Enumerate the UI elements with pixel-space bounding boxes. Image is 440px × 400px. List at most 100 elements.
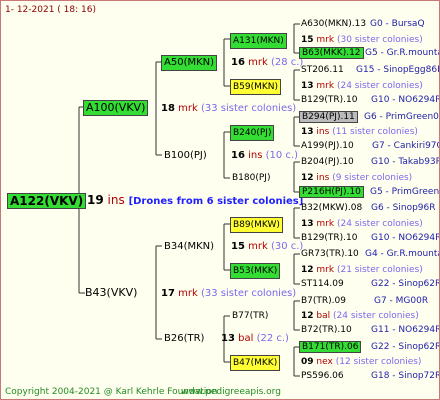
num-l3-7: 09 — [301, 357, 314, 367]
pedigree-frame: 1- 12-2021 ( 18: 16) A122(VKV) 19 ins [D… — [0, 0, 440, 400]
leaf-3-label: B129(TR).10 — [301, 95, 358, 105]
leaf-6-label: B204(PJ).10 — [301, 157, 354, 167]
num-l3-6: 12 — [301, 311, 314, 321]
count-l3-2: (11 sister colonies) — [332, 127, 418, 137]
leaf-5-label: A199(PJ).10 — [301, 141, 354, 151]
num-l2-2: 15 — [231, 241, 245, 252]
node-l2-3[interactable]: B26(TR) — [164, 332, 204, 345]
leaf-15[interactable]: PS596.06 — [301, 370, 344, 383]
leaf-11-label: ST114.09 — [301, 279, 344, 289]
node-l3-2[interactable]: B240(PJ) — [230, 125, 275, 141]
leaf-14[interactable]: B171(TR).06 — [299, 340, 362, 354]
node-l3-4[interactable]: B89(MKW) — [230, 217, 283, 233]
node-l3-3[interactable]: B180(PJ) — [232, 172, 270, 185]
unit-l3-7: nex — [316, 357, 333, 367]
leaf-10-origin: G4 - Gr.R.mounta — [365, 249, 440, 259]
node-l2-2[interactable]: B34(MKN) — [164, 240, 214, 253]
date-stamp: 1- 12-2021 ( 18: 16) — [5, 5, 96, 15]
leaf-8-origin: G6 - Sinop96R — [371, 203, 436, 213]
unit-l3-0: mrk — [316, 35, 335, 45]
node-l2-1[interactable]: B100(PJ) — [164, 149, 207, 162]
node-l3-0[interactable]: A131(MKN) — [230, 33, 287, 49]
info-l3-2: 13 ins (11 sister colonies) — [301, 126, 418, 139]
leaf-10[interactable]: GR73(TR).10 — [301, 248, 359, 261]
leaf-13[interactable]: B72(TR).10 — [301, 324, 352, 337]
info-l3-4: 13 mrk (24 sister colonies) — [301, 218, 423, 231]
count-l3-3: (9 sister colonies) — [332, 173, 413, 183]
num-l3-2: 13 — [301, 127, 314, 137]
leaf-3-origin: G10 - NO6294R — [371, 95, 440, 105]
info-l3-7: 09 nex (12 sister colonies) — [301, 356, 421, 369]
leaf-10-label: GR73(TR).10 — [301, 249, 359, 259]
num-l3-4: 13 — [301, 219, 314, 229]
leaf-15-label: PS596.06 — [301, 371, 344, 381]
node-l2-0[interactable]: A50(MKN) — [161, 55, 218, 71]
root-note: [Drones from 6 sister colonies] — [128, 196, 304, 207]
node-l3-5[interactable]: B53(MKK) — [230, 263, 281, 279]
node-l1-1[interactable]: B43(VKV) — [85, 286, 137, 299]
info-l3-1: 13 mrk (24 sister colonies) — [301, 80, 423, 93]
leaf-11[interactable]: ST114.09 — [301, 278, 344, 291]
unit-l2-0: mrk — [248, 57, 268, 68]
leaf-5-origin: G7 - Cankiri97Q — [372, 141, 440, 151]
info-l1-0: 18 mrk (33 sister colonies) — [161, 102, 296, 115]
leaf-1-label: B63(MKK).12 — [299, 47, 364, 59]
unit-l3-2: ins — [316, 127, 330, 137]
node-l3-7[interactable]: B47(MKK) — [230, 355, 281, 371]
leaf-0[interactable]: A630(MKN).13 — [301, 18, 366, 31]
leaf-6-origin: G10 - Takab93R — [371, 157, 440, 167]
num-l2-3: 13 — [221, 333, 235, 344]
leaf-11-origin: G22 - Sinop62R — [371, 279, 440, 289]
count-l3-5: (21 sister colonies) — [336, 265, 423, 275]
node-l3-6[interactable]: B77(TR) — [232, 310, 268, 323]
leaf-8[interactable]: B32(MKW).08 — [301, 202, 362, 215]
node-l1-0[interactable]: A100(VKV) — [83, 100, 149, 116]
unit-l2-3: bal — [238, 333, 254, 344]
unit-l1-0: mrk — [178, 103, 198, 114]
count-l1-1: (33 sister colonies) — [200, 288, 297, 299]
unit-l3-6: bal — [316, 311, 331, 321]
leaf-0-label: A630(MKN).13 — [301, 19, 367, 29]
leaf-6[interactable]: B204(PJ).10 — [301, 156, 354, 169]
leaf-2-label: ST206.11 — [301, 65, 344, 75]
leaf-7[interactable]: P216H(PJ).10 — [299, 185, 364, 199]
count-l3-6: (24 sister colonies) — [333, 311, 419, 321]
leaf-12[interactable]: B7(TR).09 — [301, 295, 346, 308]
site-link[interactable]: www.pedigreeapis.org — [181, 386, 281, 399]
unit-l3-4: mrk — [316, 219, 335, 229]
num-l2-0: 16 — [231, 57, 245, 68]
leaf-1[interactable]: B63(MKK).12 — [299, 46, 364, 60]
root-unit: ins — [107, 193, 125, 207]
count-l3-0: (30 sister colonies) — [336, 35, 423, 45]
count-l2-2: (30 c.) — [270, 241, 304, 252]
leaf-12-label: B7(TR).09 — [301, 296, 346, 306]
num-l3-0: 15 — [301, 35, 314, 45]
info-l3-6: 12 bal (24 sister colonies) — [301, 310, 419, 323]
leaf-5[interactable]: A199(PJ).10 — [301, 140, 354, 153]
num-l1-0: 18 — [161, 103, 175, 114]
count-l3-1: (24 sister colonies) — [336, 81, 423, 91]
node-l3-1[interactable]: B59(MKN) — [230, 79, 282, 95]
leaf-7-origin: G5 - PrimGreen00 — [370, 187, 440, 197]
leaf-9[interactable]: B129(TR).10 — [301, 232, 357, 245]
count-l2-3: (22 c.) — [256, 333, 289, 344]
leaf-9-origin: G10 - NO6294R — [371, 233, 440, 243]
unit-l2-2: mrk — [248, 241, 268, 252]
leaf-4[interactable]: B294(PJ).11 — [299, 110, 358, 124]
num-l2-1: 16 — [231, 150, 245, 161]
leaf-3[interactable]: B129(TR).10 — [301, 94, 357, 107]
leaf-0-origin: G0 - BursaQ — [370, 19, 425, 29]
info-l2-0: 16 mrk (28 c.) — [231, 56, 303, 69]
leaf-2[interactable]: ST206.11 — [301, 64, 344, 77]
leaf-14-label: B171(TR).06 — [299, 341, 362, 353]
count-l3-4: (24 sister colonies) — [336, 219, 423, 229]
leaf-7-label: P216H(PJ).10 — [299, 186, 364, 198]
count-l3-7: (12 sister colonies) — [335, 357, 422, 367]
num-l1-1: 17 — [161, 288, 175, 299]
unit-l3-5: mrk — [316, 265, 335, 275]
unit-l3-1: mrk — [316, 81, 335, 91]
info-l2-2: 15 mrk (30 c.) — [231, 240, 303, 253]
root-node[interactable]: A122(VKV) — [7, 193, 87, 209]
info-l3-3: 12 ins (9 sister colonies) — [301, 172, 412, 185]
leaf-1-origin: G5 - Gr.R.mounta — [365, 48, 440, 58]
